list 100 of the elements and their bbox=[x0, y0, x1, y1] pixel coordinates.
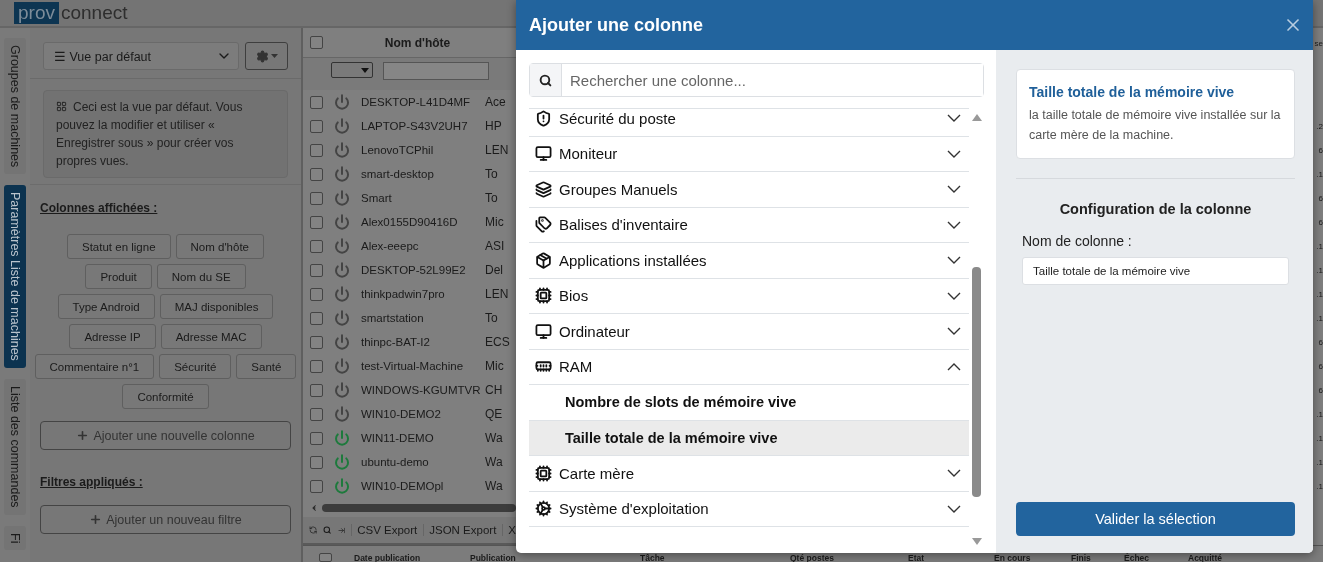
side-tab[interactable]: Groupes de machines bbox=[4, 38, 26, 175]
view-select[interactable]: ☰ Vue par défaut bbox=[43, 42, 239, 70]
grid-icon bbox=[56, 101, 67, 112]
settings-button[interactable] bbox=[245, 42, 288, 70]
checkbox[interactable] bbox=[309, 359, 323, 373]
table-cell-text: thinpc-BAT-I2 bbox=[361, 336, 431, 348]
filter-select[interactable] bbox=[331, 62, 373, 78]
checkbox[interactable] bbox=[309, 383, 323, 397]
export-button[interactable]: CSV Export bbox=[351, 524, 418, 536]
checkbox[interactable] bbox=[309, 167, 323, 181]
column-tag[interactable]: Type Android bbox=[57, 294, 155, 319]
chevron-down-icon bbox=[947, 291, 961, 300]
column-group[interactable]: Sécurité du poste bbox=[529, 109, 969, 137]
checkbox[interactable] bbox=[309, 455, 323, 469]
column-header[interactable]: Acquitté bbox=[1182, 553, 1282, 562]
column-group[interactable]: Carte mère bbox=[529, 456, 969, 492]
table-cell-text: .1 bbox=[1316, 288, 1323, 301]
column-tag[interactable]: Sécurité bbox=[159, 354, 232, 379]
filter-input[interactable] bbox=[383, 62, 489, 80]
checkbox[interactable] bbox=[309, 119, 323, 133]
checkbox[interactable] bbox=[309, 36, 323, 49]
checkbox[interactable] bbox=[309, 407, 323, 421]
column-tag[interactable]: Statut en ligne bbox=[67, 234, 171, 259]
column-group[interactable]: Groupes Manuels bbox=[529, 172, 969, 208]
table-cell-text: WIN10-DEMO2 bbox=[361, 408, 442, 420]
column-tag[interactable]: Commentaire n°1 bbox=[34, 354, 155, 379]
side-tab[interactable]: Liste des commandes bbox=[4, 379, 26, 515]
export-button[interactable]: JSON Export bbox=[423, 524, 497, 536]
chevron-down-icon bbox=[947, 185, 961, 194]
checkbox[interactable] bbox=[309, 191, 323, 205]
column-group[interactable]: Moniteur bbox=[529, 136, 969, 172]
table-cell-text: Alex-eeepc bbox=[361, 240, 420, 252]
table-cell-text: 6 bbox=[1318, 360, 1323, 373]
checkbox[interactable] bbox=[309, 143, 323, 157]
column-tag[interactable]: MAJ disponibles bbox=[159, 294, 274, 319]
table-cell-text: .1 bbox=[1316, 264, 1323, 277]
column-name-input[interactable]: Taille totale de la mémoire vive bbox=[1022, 257, 1289, 285]
group-icon bbox=[535, 216, 552, 234]
side-tab[interactable]: Fi bbox=[4, 525, 26, 551]
caret-icon bbox=[270, 54, 278, 58]
search-icon[interactable] bbox=[323, 524, 332, 536]
column-group[interactable]: Ordinateur bbox=[529, 314, 969, 350]
chevron-down-icon bbox=[947, 327, 961, 336]
column-header[interactable]: Etat bbox=[902, 553, 988, 562]
chevron-down-icon bbox=[947, 504, 961, 513]
column-option[interactable]: Taille totale de la mémoire vive bbox=[529, 420, 969, 456]
add-column-button[interactable]: Ajouter une nouvelle colonne bbox=[40, 421, 291, 450]
table-cell-text: To bbox=[485, 311, 499, 325]
checkbox[interactable] bbox=[309, 287, 323, 301]
column-tag[interactable]: Santé bbox=[236, 354, 297, 379]
column-header[interactable]: Tâche bbox=[634, 553, 784, 562]
checkbox[interactable] bbox=[309, 479, 323, 493]
table-cell-text: Alex0155D90416D bbox=[361, 216, 459, 228]
submit-button[interactable]: Valider la sélection bbox=[1016, 502, 1295, 536]
table-cell-text: HP bbox=[485, 119, 503, 133]
search-field[interactable]: Rechercher une colonne... bbox=[529, 63, 984, 97]
column-tag[interactable]: Produit bbox=[85, 264, 152, 289]
column-header[interactable]: Qté postes bbox=[784, 553, 902, 562]
plus-icon bbox=[89, 513, 103, 526]
detail-description: la taille totale de mémoire vive installée sur la carte mère de la machine. bbox=[1029, 107, 1282, 144]
column-header[interactable]: Nom d'hôte bbox=[329, 35, 516, 50]
table-cell-text: DESKTOP-52L99E2 bbox=[361, 264, 467, 276]
scroll-down-icon[interactable] bbox=[970, 537, 983, 547]
column-tag[interactable]: Nom d'hôte bbox=[175, 234, 264, 259]
chevron-up-icon bbox=[947, 362, 961, 371]
column-header[interactable]: Date publication bbox=[348, 553, 464, 562]
column-group[interactable]: Balises d'inventaire bbox=[529, 207, 969, 243]
table-cell-text: thinkpadwin7pro bbox=[361, 288, 446, 300]
scroll-up-icon[interactable] bbox=[970, 112, 983, 122]
scroll-arrow-icon[interactable] bbox=[309, 502, 319, 513]
column-tag[interactable]: Conformité bbox=[122, 384, 209, 409]
checkbox[interactable] bbox=[309, 215, 323, 229]
column-group[interactable]: Bios bbox=[529, 278, 969, 314]
gear-icon bbox=[255, 49, 269, 63]
scrollbar-thumb[interactable] bbox=[972, 267, 981, 497]
add-filter-button[interactable]: Ajouter un nouveau filtre bbox=[40, 505, 291, 534]
column-tag[interactable]: Adresse IP bbox=[69, 324, 156, 349]
scrollbar-thumb[interactable] bbox=[322, 503, 516, 512]
table-cell-text: CH bbox=[485, 383, 504, 397]
column-header[interactable]: En cours bbox=[988, 553, 1065, 562]
checkbox[interactable] bbox=[309, 311, 323, 325]
column-header[interactable]: Finis bbox=[1065, 553, 1118, 562]
column-tag[interactable]: Nom du SE bbox=[156, 264, 246, 289]
side-tab[interactable]: Paramètres Liste de machines bbox=[4, 185, 26, 369]
column-header[interactable]: Publication bbox=[464, 553, 634, 562]
table-cell-text: Wa bbox=[485, 431, 504, 445]
table-cell-text: 6 bbox=[1318, 192, 1323, 205]
checkbox[interactable] bbox=[309, 263, 323, 277]
column-tag[interactable]: Adresse MAC bbox=[160, 324, 262, 349]
search-icon bbox=[539, 73, 552, 87]
column-group[interactable]: Système d'exploitation bbox=[529, 491, 969, 527]
checkbox[interactable] bbox=[309, 239, 323, 253]
column-header[interactable]: Échec bbox=[1118, 553, 1182, 562]
checkbox[interactable] bbox=[309, 335, 323, 349]
checkbox[interactable] bbox=[309, 431, 323, 445]
table-cell-text: LEN bbox=[485, 287, 510, 301]
column-group[interactable]: Applications installées bbox=[529, 243, 969, 279]
refresh-icon[interactable] bbox=[309, 524, 318, 536]
checkbox[interactable] bbox=[309, 95, 323, 109]
checkbox[interactable] bbox=[319, 553, 332, 562]
